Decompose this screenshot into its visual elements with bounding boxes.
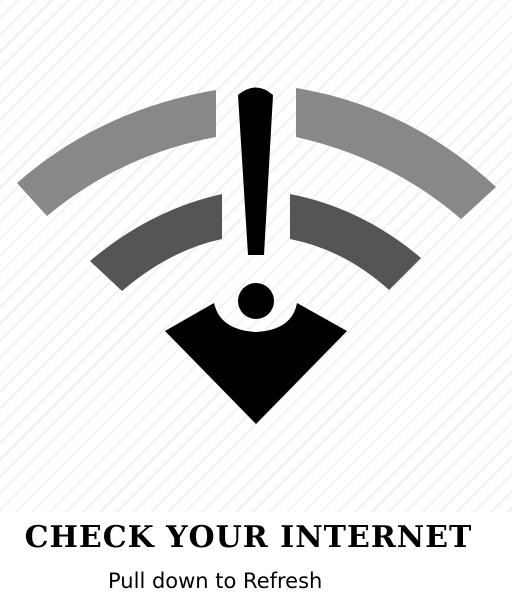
no-connection-illustration [0, 0, 512, 512]
wifi-outer-arc-left [17, 90, 216, 216]
check-connection-title: CHECK YOUR INTERNET [24, 520, 473, 555]
wifi-outer-arc-right [296, 88, 496, 219]
wifi-middle-arc-right [290, 194, 421, 290]
refresh-hint: Pull down to Refresh [108, 569, 323, 593]
exclamation-bar [238, 87, 273, 255]
wifi-middle-arc-left [90, 194, 222, 291]
wifi-base-wedge [165, 303, 347, 424]
exclamation-dot [238, 283, 274, 319]
wifi-warning-icon [17, 87, 496, 424]
